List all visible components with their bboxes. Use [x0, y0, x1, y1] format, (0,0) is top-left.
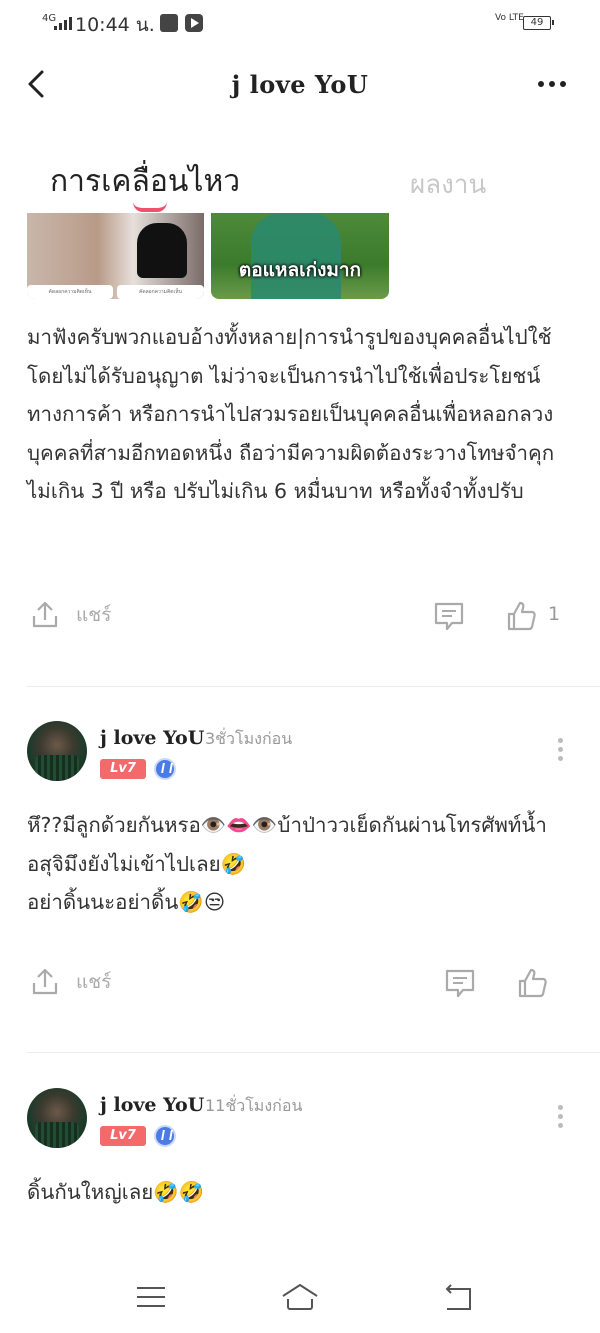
thumbs-up-icon: [507, 601, 536, 631]
divider: [27, 686, 600, 687]
nav-home-button[interactable]: [280, 1279, 320, 1315]
like-count: 1: [548, 603, 561, 625]
status-bar: 4G 10:44 น. Vo LTE 49: [0, 0, 600, 48]
divider: [27, 1052, 600, 1053]
comment-button[interactable]: [443, 966, 477, 1000]
level-badge: Lv7: [100, 1126, 146, 1146]
avatar[interactable]: [27, 721, 87, 781]
share-upload-icon: [32, 968, 58, 995]
share-label: แชร์: [76, 971, 112, 993]
system-nav-bar: [0, 1263, 600, 1333]
comment-header: j love YoU 3ชั่วโมงก่อน Lv7: [0, 721, 600, 785]
comment-actions: แชร์: [0, 964, 600, 1004]
thumbs-up-icon: [518, 968, 547, 998]
share-upload-icon: [32, 601, 58, 628]
comment-time: 3ชั่วโมงก่อน: [205, 729, 293, 748]
like-button[interactable]: [516, 966, 550, 1000]
volte-indicator: Vo LTE: [495, 13, 524, 23]
tab-bar: การเคลื่อนไหว ผลงาน: [0, 150, 600, 212]
back-icon: [445, 1284, 471, 1310]
comment-header: j love YoU 11ชั่วโมงก่อน Lv7: [0, 1088, 600, 1152]
nav-back-button[interactable]: [437, 1279, 477, 1315]
more-horizontal-icon: [538, 81, 544, 87]
more-vertical-icon: [557, 737, 563, 743]
avatar[interactable]: [27, 1088, 87, 1148]
image-small-caption: คัดลอกความคิดเห็น: [117, 285, 204, 299]
tab-works[interactable]: ผลงาน: [410, 164, 486, 205]
top-app-bar: j love YoU: [0, 56, 600, 112]
signal-icon: [54, 14, 72, 30]
post-text: มาฟังครับพวกแอบอ้างทั้งหลาย|การนำรูปของบ…: [27, 325, 555, 503]
comment-more-button[interactable]: [548, 1098, 572, 1134]
comment-text: ดิ้นกันใหญ่เลย🤣🤣: [27, 1180, 205, 1204]
verified-icon: [154, 758, 176, 780]
status-time: 10:44 น.: [75, 14, 155, 36]
nav-menu-button[interactable]: [131, 1279, 171, 1315]
tab-activity[interactable]: การเคลื่อนไหว: [50, 158, 240, 205]
page-title: j love YoU: [231, 70, 369, 99]
battery-icon: 49: [523, 16, 554, 30]
comment-author[interactable]: j love YoU: [100, 1094, 204, 1116]
post-image-2[interactable]: ตอแหลเก่งมาก: [211, 213, 389, 299]
comment-icon: [445, 969, 475, 998]
home-icon: [282, 1284, 318, 1310]
more-vertical-icon: [557, 1104, 563, 1110]
comment-author[interactable]: j love YoU: [100, 727, 204, 749]
share-button[interactable]: แชร์: [28, 597, 111, 633]
comment-time: 11ชั่วโมงก่อน: [205, 1096, 303, 1115]
image-caption: ตอแหลเก่งมาก: [238, 259, 362, 281]
comment-text: หึ??มีลูกด้วยกันหรอ👁️👄👁️บ้าป่าววเย็ดกันผ…: [27, 813, 547, 914]
comment-icon: [434, 602, 464, 631]
like-button[interactable]: [505, 599, 539, 633]
post-image-1[interactable]: คัดลอกความคิดเห็น คัดลอกความคิดเห็น: [27, 213, 204, 299]
tab-active-indicator: [133, 202, 167, 212]
post-actions: แชร์ 1: [0, 597, 600, 637]
more-options-button[interactable]: [532, 70, 572, 98]
comment-button[interactable]: [432, 599, 466, 633]
menu-icon: [137, 1287, 165, 1307]
comment-more-button[interactable]: [548, 731, 572, 767]
verified-icon: [154, 1125, 176, 1147]
app-notification-icon: [160, 14, 178, 32]
image-small-caption: คัดลอกความคิดเห็น: [27, 285, 113, 299]
level-badge: Lv7: [100, 759, 146, 779]
youtube-notification-icon: [185, 14, 203, 32]
share-label: แชร์: [76, 604, 112, 626]
share-button[interactable]: แชร์: [28, 964, 111, 1000]
